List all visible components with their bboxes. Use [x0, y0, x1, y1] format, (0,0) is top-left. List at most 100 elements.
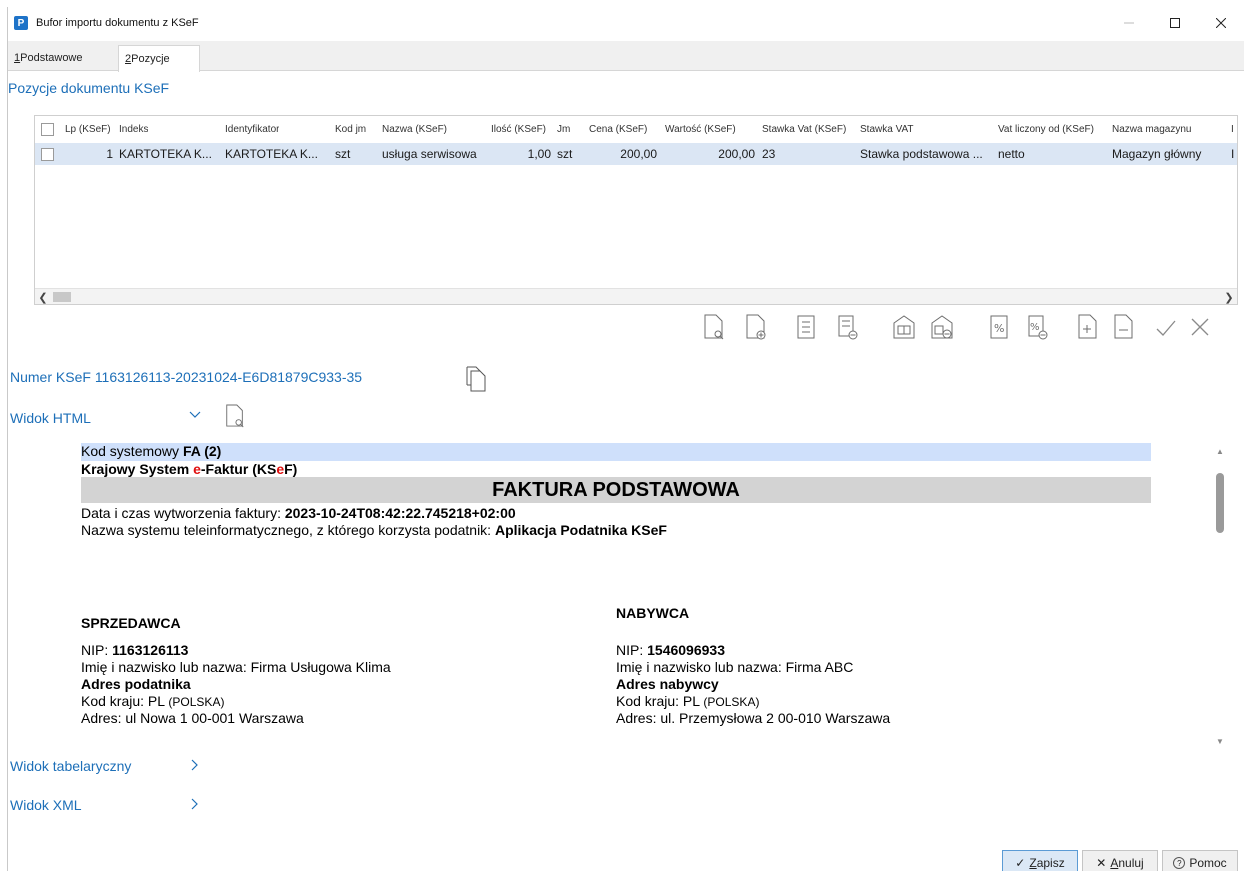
- seller-address: Adres: ul Nowa 1 00-001 Warszawa: [81, 710, 304, 726]
- cell-wartosc: 200,00: [718, 147, 755, 161]
- scroll-thumb[interactable]: [1216, 473, 1224, 533]
- scroll-down-icon[interactable]: ▼: [1213, 737, 1227, 746]
- save-button[interactable]: ✓ Zapisz: [1002, 850, 1078, 871]
- help-button[interactable]: ? Pomoc: [1162, 850, 1238, 871]
- scroll-right-icon[interactable]: ❯: [1221, 289, 1237, 304]
- cell-stawka-vat: Stawka podstawowa ...: [860, 147, 983, 161]
- remove-item-icon[interactable]: [1112, 313, 1136, 341]
- table-row[interactable]: 1 KARTOTEKA K... KARTOTEKA K... szt usłu…: [35, 143, 1237, 165]
- buyer-heading: NABYWCA: [616, 605, 690, 621]
- cell-cena: 200,00: [620, 147, 657, 161]
- seller-heading: SPRZEDAWCA: [81, 615, 181, 631]
- cell-jm: szt: [557, 147, 573, 161]
- scroll-up-icon[interactable]: ▲: [1213, 447, 1227, 456]
- scroll-left-icon[interactable]: ❮: [35, 289, 51, 304]
- system-name: Nazwa systemu teleinformatycznego, z któ…: [81, 522, 667, 538]
- buyer-address: Adres: ul. Przemysłowa 2 00-010 Warszawa: [616, 710, 891, 726]
- col-header[interactable]: Ilość (KSeF): [491, 116, 546, 142]
- col-header[interactable]: Stawka VAT: [860, 116, 914, 142]
- tab-podstawowe[interactable]: 1 Podstawowe: [8, 45, 89, 71]
- remove-list-icon[interactable]: [836, 313, 860, 341]
- close-icon: ✕: [1096, 856, 1107, 870]
- system-code-label: Kod systemowy: [81, 443, 183, 459]
- ksef-system-name: Krajowy System e-Faktur (KSeF): [81, 461, 298, 477]
- col-header[interactable]: Identyfikator: [225, 116, 279, 142]
- tab-pozycje[interactable]: 2 Pozycje: [118, 45, 200, 72]
- cancel-button[interactable]: ✕ Anuluj: [1082, 850, 1158, 871]
- seller-name: Imię i nazwisko lub nazwa: Firma Usługow…: [81, 659, 391, 675]
- warehouse-remove-icon[interactable]: [930, 313, 954, 341]
- chevron-right-icon[interactable]: [188, 797, 202, 814]
- col-header[interactable]: Kod jm: [335, 116, 366, 142]
- buyer-country: Kod kraju: PL (POLSKA): [616, 693, 760, 709]
- window-title: Bufor importu dokumentu z KSeF: [36, 17, 199, 29]
- col-header[interactable]: Indeks: [119, 116, 148, 142]
- grid-toolbar: % %: [698, 307, 1238, 347]
- cell-nazwa: usługa serwisowa: [382, 147, 477, 161]
- add-item-icon[interactable]: [1076, 313, 1100, 341]
- col-header[interactable]: Jm: [557, 116, 570, 142]
- buyer-nip: NIP: 1546096933: [616, 642, 725, 658]
- check-icon: ✓: [1015, 856, 1026, 870]
- warehouse-icon[interactable]: [892, 313, 916, 341]
- cell-stawka-vat-ksef: 23: [762, 147, 776, 161]
- cell-indeks: KARTOTEKA K...: [119, 147, 212, 161]
- cell-magazyn: Magazyn główny: [1112, 147, 1202, 161]
- confirm-check-icon[interactable]: [1154, 313, 1178, 341]
- svg-text:%: %: [1030, 322, 1040, 333]
- system-code-row: Kod systemowy FA (2): [81, 443, 1151, 461]
- invoice-title: FAKTURA PODSTAWOWA: [81, 477, 1151, 503]
- svg-text:%: %: [994, 322, 1004, 335]
- cancel-x-icon[interactable]: [1188, 313, 1212, 341]
- buyer-address-heading: Adres nabywcy: [616, 676, 719, 692]
- col-header[interactable]: Nazwa magazynu: [1112, 116, 1191, 142]
- col-header[interactable]: Cena (KSeF): [589, 116, 647, 142]
- percent-remove-icon[interactable]: %: [1026, 313, 1050, 341]
- title-bar: P Bufor importu dokumentu z KSeF: [8, 7, 1244, 39]
- col-header[interactable]: Wartość (KSeF): [665, 116, 736, 142]
- cell-vat-liczony: netto: [998, 147, 1025, 161]
- cell-ilosc: 1,00: [527, 147, 551, 161]
- preview-html-icon[interactable]: [224, 403, 246, 429]
- seller-country: Kod kraju: PL (POLSKA): [81, 693, 225, 709]
- seller-address-heading: Adres podatnika: [81, 676, 191, 692]
- col-header[interactable]: I: [1231, 116, 1234, 142]
- expander-xml-view[interactable]: Widok XML: [10, 797, 82, 813]
- edit-list-icon[interactable]: [794, 313, 818, 341]
- tab-strip: 1 Podstawowe 2 Pozycje: [8, 41, 1244, 72]
- maximize-button[interactable]: [1152, 7, 1198, 39]
- add-document-icon[interactable]: [744, 313, 768, 341]
- close-icon: [1216, 18, 1226, 28]
- col-header[interactable]: Lp (KSeF): [65, 116, 111, 142]
- expander-html-view[interactable]: Widok HTML: [10, 410, 91, 426]
- horizontal-scrollbar[interactable]: ❮ ❯: [35, 288, 1237, 304]
- col-header[interactable]: Nazwa (KSeF): [382, 116, 447, 142]
- help-icon: ?: [1173, 857, 1186, 869]
- col-header[interactable]: Vat liczony od (KSeF): [998, 116, 1094, 142]
- select-all-checkbox[interactable]: [41, 122, 54, 136]
- chevron-down-icon[interactable]: [188, 408, 202, 425]
- cell-kod-jm: szt: [335, 147, 351, 161]
- buyer-name: Imię i nazwisko lub nazwa: Firma ABC: [616, 659, 854, 675]
- grid-header: Lp (KSeF) Indeks Identyfikator Kod jm Na…: [35, 116, 1237, 142]
- vertical-scrollbar[interactable]: ▲ ▼: [1213, 443, 1227, 748]
- close-button[interactable]: [1198, 7, 1244, 39]
- section-title: Pozycje dokumentu KSeF: [8, 80, 170, 96]
- scroll-thumb[interactable]: [53, 292, 71, 302]
- system-code-value: FA (2): [182, 443, 222, 459]
- chevron-right-icon[interactable]: [188, 758, 202, 775]
- expander-table-view[interactable]: Widok tabelaryczny: [10, 758, 131, 774]
- row-checkbox[interactable]: [41, 147, 54, 161]
- percent-icon[interactable]: %: [988, 313, 1012, 341]
- import-buffer-window: P Bufor importu dokumentu z KSeF 1 Podst…: [7, 7, 1244, 871]
- copy-icon[interactable]: [464, 365, 488, 393]
- positions-grid[interactable]: Lp (KSeF) Indeks Identyfikator Kod jm Na…: [34, 115, 1238, 305]
- col-header[interactable]: Stawka Vat (KSeF): [762, 116, 846, 142]
- minimize-button[interactable]: [1106, 7, 1152, 39]
- maximize-icon: [1170, 18, 1180, 28]
- cell-identyfikator: KARTOTEKA K...: [225, 147, 318, 161]
- minimize-icon: [1124, 22, 1134, 24]
- invoice-html-view[interactable]: Kod systemowy FA (2) Krajowy System e-Fa…: [66, 439, 1236, 747]
- ksef-number: Numer KSeF 1163126113-20231024-E6D81879C…: [10, 369, 363, 385]
- preview-document-icon[interactable]: [702, 313, 726, 341]
